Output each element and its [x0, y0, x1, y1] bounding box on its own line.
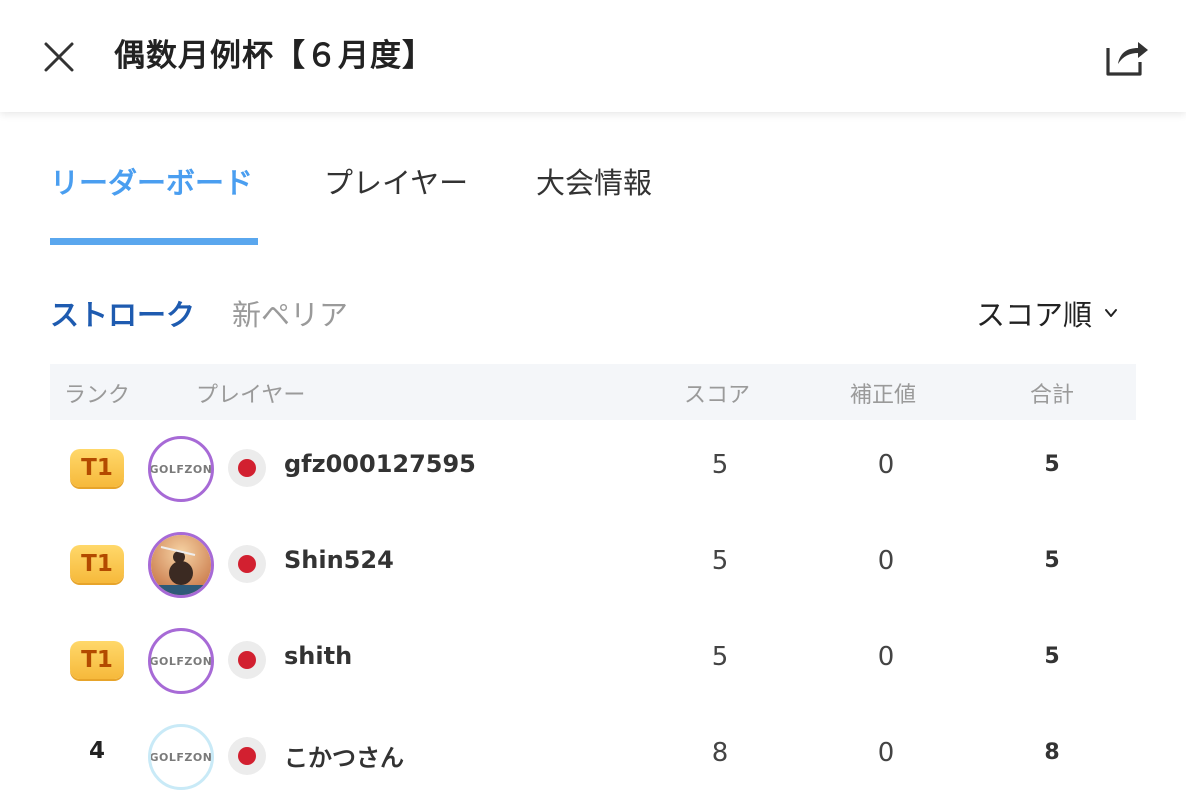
share-icon[interactable]	[1104, 36, 1150, 78]
rank-badge: T1	[70, 449, 124, 487]
total-value: 5	[1044, 548, 1060, 573]
active-tab-indicator	[50, 238, 258, 245]
sort-label: スコア順	[976, 298, 1093, 332]
adjust-value: 0	[877, 450, 895, 480]
table-row[interactable]: T1 Shin524 5 0 5	[50, 516, 1136, 612]
score-value: 8	[711, 738, 729, 768]
tab-leaderboard[interactable]: リーダーボード	[50, 160, 253, 202]
rank-badge: T1	[70, 641, 124, 679]
golfzon-logo-icon: GOLFZON	[149, 750, 213, 764]
column-total: 合計	[1030, 383, 1075, 408]
page-title: 偶数月例杯【６月度】	[114, 38, 434, 74]
player-name[interactable]: こかつさん	[284, 738, 404, 773]
table-header: ランク プレイヤー スコア 補正値 合計	[50, 364, 1136, 420]
golfzon-logo-icon: GOLFZON	[149, 654, 213, 668]
adjust-value: 0	[877, 738, 895, 768]
adjust-value: 0	[877, 642, 895, 672]
rank-number: 4	[88, 738, 105, 764]
chevron-down-icon	[1105, 309, 1118, 317]
tab-tournament-info[interactable]: 大会情報	[536, 160, 652, 202]
table-row[interactable]: T1 GOLFZON shith 5 0 5	[50, 612, 1136, 708]
player-name[interactable]: gfz000127595	[284, 450, 476, 478]
sort-dropdown[interactable]: スコア順	[976, 292, 1118, 334]
score-type-tabs: ストローク 新ペリア スコア順	[0, 292, 1186, 332]
adjust-value: 0	[877, 546, 895, 576]
column-rank: ランク	[64, 383, 131, 408]
total-value: 8	[1044, 740, 1060, 765]
golfer-photo-icon	[151, 535, 211, 595]
avatar[interactable]: GOLFZON	[148, 628, 214, 694]
golfzon-logo-icon: GOLFZON	[149, 462, 213, 476]
rank-badge: T1	[70, 545, 124, 583]
japan-flag-icon	[228, 737, 266, 775]
column-adjust: 補正値	[850, 383, 917, 408]
tab-players[interactable]: プレイヤー	[324, 160, 468, 202]
avatar[interactable]: GOLFZON	[148, 436, 214, 502]
avatar[interactable]: GOLFZON	[148, 724, 214, 790]
top-bar: 偶数月例杯【６月度】	[0, 0, 1186, 112]
column-score: スコア	[684, 383, 751, 408]
subtab-stroke[interactable]: ストローク	[50, 292, 195, 334]
score-value: 5	[711, 642, 729, 672]
table-row[interactable]: 4 GOLFZON こかつさん 8 0 8	[50, 708, 1136, 804]
japan-flag-icon	[228, 449, 266, 487]
main-tabs: リーダーボード プレイヤー 大会情報	[0, 160, 1186, 250]
subtab-new-peoria[interactable]: 新ペリア	[232, 292, 348, 334]
column-player: プレイヤー	[196, 383, 306, 408]
japan-flag-icon	[228, 545, 266, 583]
player-name[interactable]: shith	[284, 642, 352, 670]
table-row[interactable]: T1 GOLFZON gfz000127595 5 0 5	[50, 420, 1136, 516]
total-value: 5	[1044, 644, 1060, 669]
japan-flag-icon	[228, 641, 266, 679]
score-value: 5	[711, 450, 729, 480]
player-name[interactable]: Shin524	[284, 546, 394, 574]
close-icon[interactable]	[40, 38, 78, 76]
total-value: 5	[1044, 452, 1060, 477]
avatar[interactable]	[148, 532, 214, 598]
score-value: 5	[711, 546, 729, 576]
